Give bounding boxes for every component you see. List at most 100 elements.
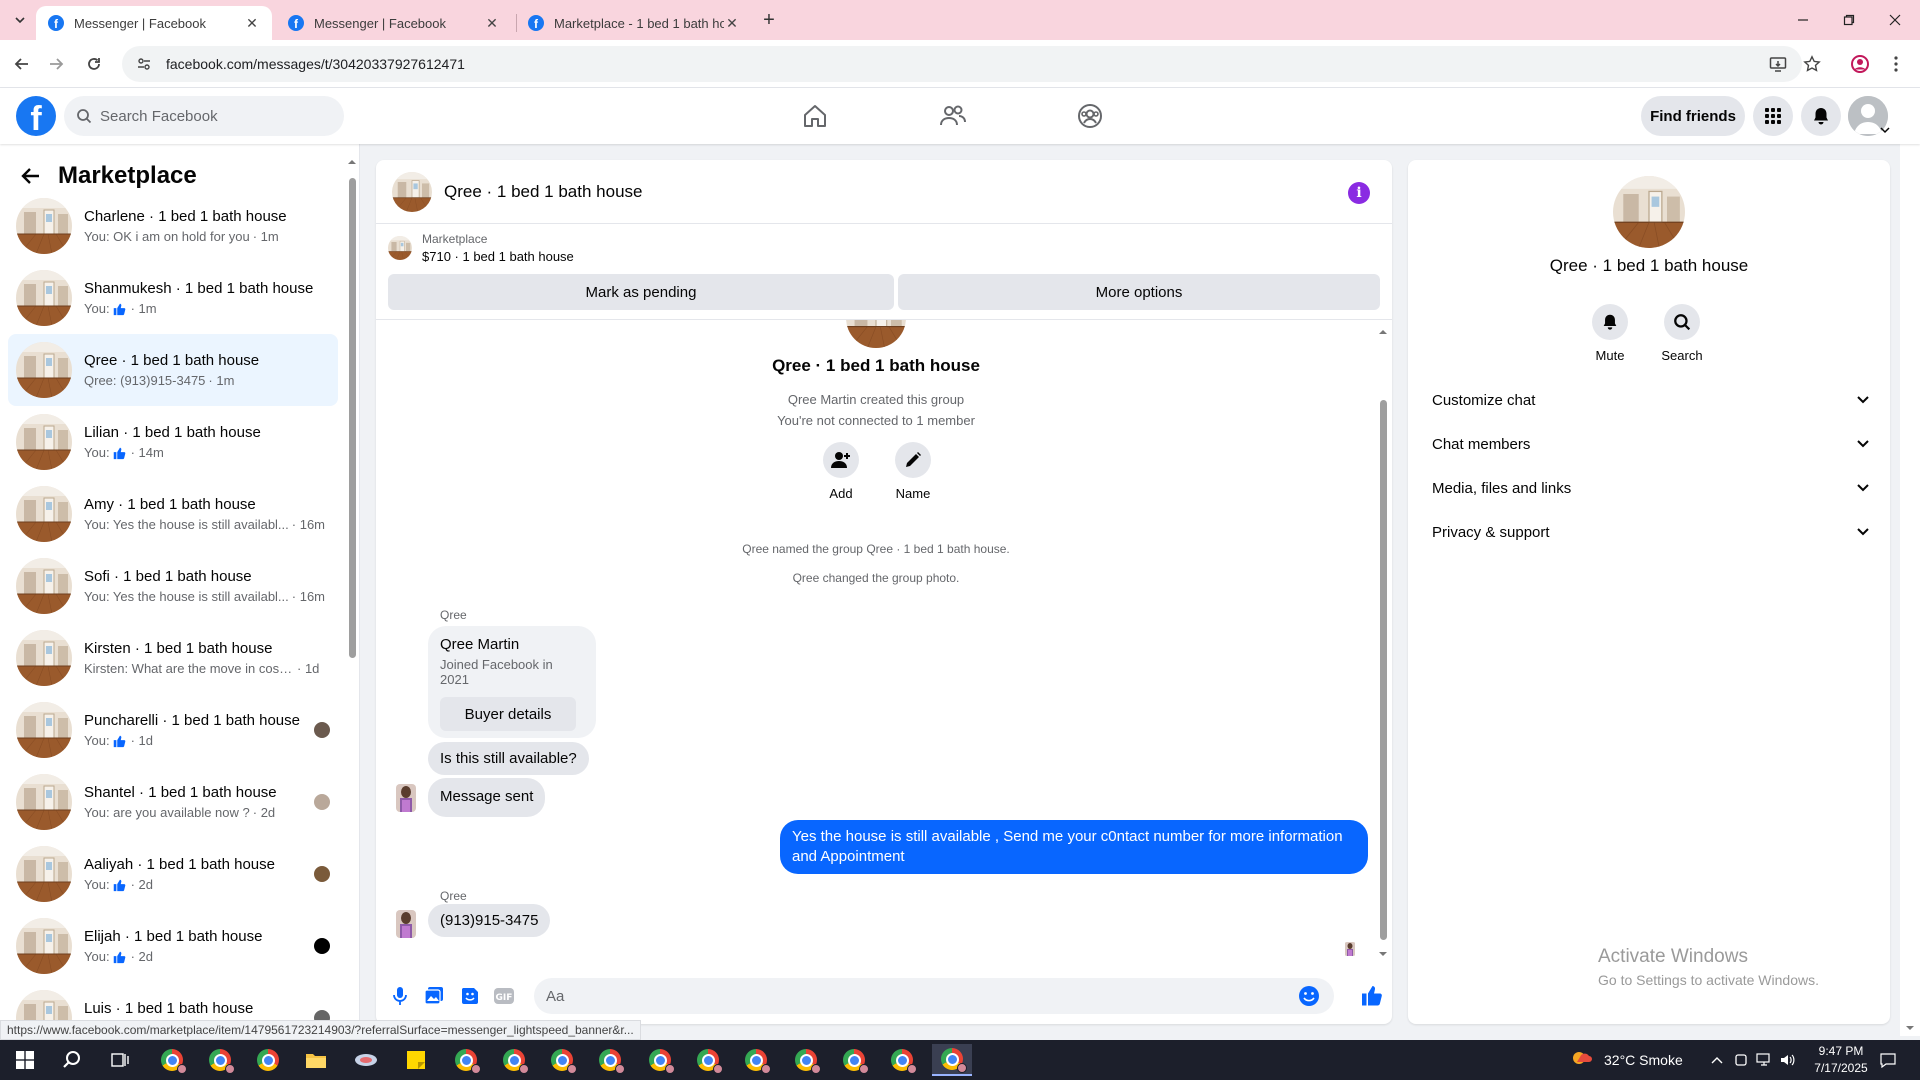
add-member-button[interactable]: Add — [811, 442, 871, 501]
page-scrollbar[interactable] — [1900, 88, 1920, 1036]
facebook-logo-icon[interactable]: f — [16, 96, 56, 136]
app-taskbar-icon[interactable] — [346, 1044, 386, 1076]
url-bar[interactable]: facebook.com/messages/t/3042033792761247… — [122, 46, 1802, 82]
network-icon[interactable] — [1752, 1044, 1776, 1076]
chat-scroll-thumb[interactable] — [1380, 400, 1387, 940]
mark-as-pending-button[interactable]: Mark as pending — [388, 274, 894, 310]
microphone-icon[interactable] — [388, 984, 412, 1008]
chat-scrollbar[interactable] — [1378, 328, 1388, 958]
sender-avatar[interactable] — [396, 784, 416, 812]
site-settings-icon[interactable] — [136, 56, 152, 72]
windows-start-icon[interactable] — [2, 1044, 48, 1076]
more-options-button[interactable]: More options — [898, 274, 1380, 310]
listing-info[interactable]: Marketplace $710 · 1 bed 1 bath house — [388, 232, 574, 264]
message-input[interactable] — [546, 987, 1286, 1005]
facebook-search-input[interactable] — [100, 107, 320, 125]
search-icon[interactable] — [52, 1044, 92, 1076]
bookmark-star-icon[interactable] — [1800, 52, 1824, 76]
home-icon[interactable] — [795, 96, 835, 136]
account-chevron-icon[interactable] — [1880, 126, 1890, 134]
back-arrow-icon[interactable] — [16, 161, 46, 191]
outgoing-message[interactable]: Yes the house is still available , Send … — [780, 820, 1368, 874]
chrome-taskbar-icon[interactable] — [446, 1044, 486, 1076]
weather-icon[interactable] — [1568, 1044, 1596, 1076]
file-explorer-icon[interactable] — [296, 1044, 336, 1076]
taskbar-app-icon[interactable] — [1730, 1044, 1752, 1076]
thumbs-up-icon[interactable] — [1358, 982, 1384, 1008]
sidebar-scroll-thumb[interactable] — [349, 178, 356, 658]
conversation-item[interactable]: Shanmukesh · 1 bed 1 bath house You: · 1m — [8, 262, 338, 334]
incoming-message[interactable]: (913)915-3475 — [428, 904, 551, 937]
profile-icon[interactable] — [1848, 52, 1872, 76]
chrome-taskbar-icon[interactable] — [590, 1044, 630, 1076]
restore-button[interactable] — [1826, 6, 1872, 34]
chrome-taskbar-icon[interactable] — [932, 1044, 972, 1076]
mute-button[interactable]: Mute — [1580, 304, 1640, 363]
minimize-button[interactable] — [1780, 6, 1826, 34]
buyer-details-button[interactable]: Buyer details — [440, 697, 576, 731]
volume-icon[interactable] — [1776, 1044, 1800, 1076]
chrome-taskbar-icon[interactable] — [736, 1044, 776, 1076]
task-view-icon[interactable] — [100, 1044, 140, 1076]
incoming-message[interactable]: Message sent — [428, 778, 546, 817]
tab-close-icon[interactable]: ✕ — [724, 15, 740, 31]
conversation-item[interactable]: Elijah · 1 bed 1 bath house You: · 2d — [8, 910, 338, 982]
chat-avatar[interactable] — [392, 171, 432, 212]
conversation-item[interactable]: Qree · 1 bed 1 bath house Qree: (913)915-… — [8, 334, 338, 406]
notifications-bell-icon[interactable] — [1801, 96, 1841, 136]
sender-avatar[interactable] — [396, 910, 416, 938]
browser-menu-icon[interactable] — [1884, 52, 1908, 76]
tab-close-icon[interactable]: ✕ — [484, 15, 500, 31]
back-arrow-icon[interactable] — [10, 52, 34, 76]
search-in-chat-button[interactable]: Search — [1652, 304, 1712, 363]
chat-title[interactable]: Qree · 1 bed 1 bath house — [444, 182, 642, 202]
chrome-taskbar-icon[interactable] — [248, 1044, 288, 1076]
conversation-item[interactable]: Charlene · 1 bed 1 bath house You: OK i a… — [8, 190, 338, 262]
find-friends-button[interactable]: Find friends — [1641, 96, 1745, 136]
conversation-item[interactable]: Puncharelli · 1 bed 1 bath house You: · 1… — [8, 694, 338, 766]
conversation-item[interactable]: Amy · 1 bed 1 bath house You: Yes the hou… — [8, 478, 338, 550]
browser-tab-2[interactable]: f Messenger | Facebook ✕ — [276, 6, 512, 40]
customize-chat-row[interactable]: Customize chat — [1416, 378, 1882, 422]
browser-tab-1[interactable]: f Messenger | Facebook ✕ — [36, 6, 272, 40]
chrome-taskbar-icon[interactable] — [786, 1044, 826, 1076]
conversation-item[interactable]: Shantel · 1 bed 1 bath house You: are you… — [8, 766, 338, 838]
gif-icon[interactable]: GIF — [492, 984, 516, 1008]
sticker-icon[interactable] — [458, 984, 482, 1008]
chrome-taskbar-icon[interactable] — [152, 1044, 192, 1076]
browser-tab-3[interactable]: f Marketplace - 1 bed 1 bath hou ✕ — [516, 6, 752, 40]
conversation-item[interactable]: Sofi · 1 bed 1 bath house You: Yes the ho… — [8, 550, 338, 622]
chrome-taskbar-icon[interactable] — [688, 1044, 728, 1076]
menu-grid-icon[interactable] — [1753, 96, 1793, 136]
chrome-taskbar-icon[interactable] — [834, 1044, 874, 1076]
incoming-message[interactable]: Is this still available? — [428, 742, 589, 775]
chrome-taskbar-icon[interactable] — [542, 1044, 582, 1076]
tab-search-chevron-icon[interactable] — [8, 8, 32, 32]
chat-members-row[interactable]: Chat members — [1416, 422, 1882, 466]
media-files-links-row[interactable]: Media, files and links — [1416, 466, 1882, 510]
conversation-item[interactable]: Aaliyah · 1 bed 1 bath house You: · 2d — [8, 838, 338, 910]
emoji-icon[interactable] — [1298, 985, 1320, 1007]
chrome-taskbar-icon[interactable] — [882, 1044, 922, 1076]
taskbar-clock[interactable]: 9:47 PM 7/17/2025 — [1800, 1043, 1882, 1077]
conversation-item[interactable]: Lilian · 1 bed 1 bath house You: · 14m — [8, 406, 338, 478]
new-tab-button[interactable]: + — [758, 9, 780, 31]
install-app-icon[interactable] — [1766, 52, 1790, 76]
show-hidden-icons-chevron-icon[interactable] — [1706, 1044, 1728, 1076]
tab-close-icon[interactable]: ✕ — [244, 15, 260, 31]
sticky-notes-icon[interactable] — [396, 1044, 436, 1076]
chrome-taskbar-icon[interactable] — [640, 1044, 680, 1076]
groups-icon[interactable] — [1070, 96, 1110, 136]
close-window-button[interactable] — [1872, 6, 1918, 34]
forward-arrow-icon[interactable] — [44, 52, 68, 76]
info-icon[interactable]: i — [1348, 182, 1370, 204]
reload-icon[interactable] — [82, 52, 106, 76]
chrome-taskbar-icon[interactable] — [494, 1044, 534, 1076]
facebook-search[interactable] — [64, 96, 344, 136]
notification-center-icon[interactable] — [1872, 1044, 1904, 1076]
chrome-taskbar-icon[interactable] — [200, 1044, 240, 1076]
name-group-button[interactable]: Name — [883, 442, 943, 501]
weather-text[interactable]: 32°C Smoke — [1604, 1040, 1683, 1080]
friends-icon[interactable] — [933, 96, 973, 136]
conversation-item[interactable]: Kirsten · 1 bed 1 bath house Kirsten: Wha… — [8, 622, 338, 694]
